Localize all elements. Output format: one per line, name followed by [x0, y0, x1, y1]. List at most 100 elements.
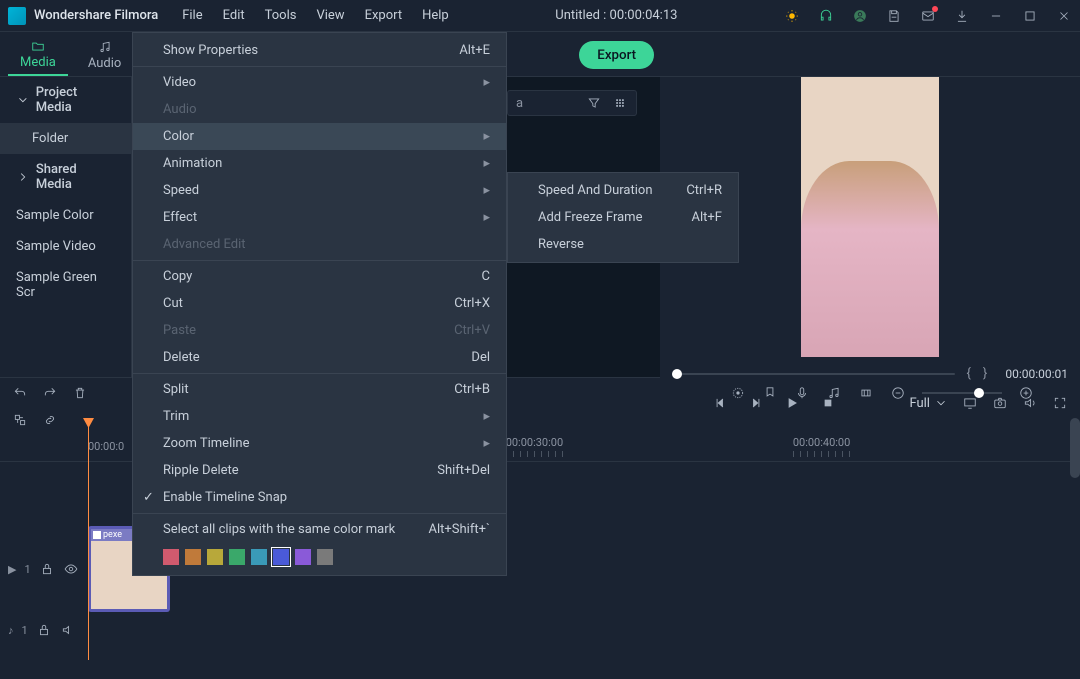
prev-frame-icon[interactable]: [712, 395, 728, 411]
preview-timecode: 00:00:00:01: [1005, 367, 1068, 381]
trash-icon[interactable]: [72, 385, 88, 401]
chevron-down-icon: [16, 93, 30, 107]
audio-track-1[interactable]: ♪1: [8, 618, 1080, 642]
eye-icon[interactable]: [63, 561, 79, 577]
record-icon[interactable]: [730, 385, 746, 401]
swatch-yellow[interactable]: [207, 549, 223, 565]
ctx-zoom-timeline[interactable]: Zoom Timeline▸: [133, 430, 506, 457]
menu-edit[interactable]: Edit: [223, 8, 245, 23]
zoom-out-icon[interactable]: [890, 385, 906, 401]
context-menu: Show PropertiesAlt+E Video▸ Audio Color▸…: [132, 32, 507, 576]
tab-media[interactable]: Media: [8, 36, 68, 76]
swatch-purple[interactable]: [295, 549, 311, 565]
folder-icon: [31, 39, 45, 53]
menu-tools[interactable]: Tools: [265, 8, 297, 23]
close-icon[interactable]: [1056, 8, 1072, 24]
undo-icon[interactable]: [12, 385, 28, 401]
chevron-down-icon: [934, 396, 948, 410]
tab-audio-label: Audio: [88, 56, 121, 71]
save-icon[interactable]: [886, 8, 902, 24]
ctx-ripple-delete[interactable]: Ripple DeleteShift+Del: [133, 457, 506, 484]
swatch-orange[interactable]: [185, 549, 201, 565]
sidebar-item-project-media[interactable]: Project Media: [0, 77, 131, 123]
speaker-icon[interactable]: [60, 622, 76, 638]
preview-scrubber[interactable]: [672, 373, 955, 375]
brace-open-icon[interactable]: {: [967, 366, 971, 381]
color-mark-swatches: [133, 543, 506, 571]
ctx-show-properties[interactable]: Show PropertiesAlt+E: [133, 37, 506, 64]
ctx-enable-snap[interactable]: ✓Enable Timeline Snap: [133, 484, 506, 511]
snapshot-icon[interactable]: [992, 395, 1008, 411]
swatch-red[interactable]: [163, 549, 179, 565]
maximize-icon[interactable]: [1022, 8, 1038, 24]
link-icon[interactable]: [42, 412, 58, 428]
sidebar-item-sample-video[interactable]: Sample Video: [0, 231, 131, 262]
ctx-advanced-edit: Advanced Edit: [133, 231, 506, 258]
app-logo-icon: [8, 7, 26, 25]
ctx-paste: PasteCtrl+V: [133, 317, 506, 344]
ctx-delete[interactable]: DeleteDel: [133, 344, 506, 371]
sidebar-item-shared-media[interactable]: Shared Media: [0, 154, 131, 200]
ctx-effect[interactable]: Effect▸: [133, 204, 506, 231]
zoom-in-icon[interactable]: [1018, 385, 1034, 401]
redo-icon[interactable]: [42, 385, 58, 401]
submenu-freeze-frame[interactable]: Add Freeze FrameAlt+F: [508, 204, 738, 231]
ctx-audio: Audio: [133, 96, 506, 123]
crop-icon[interactable]: [858, 385, 874, 401]
menu-export[interactable]: Export: [365, 8, 403, 23]
hint-icon[interactable]: [784, 8, 800, 24]
sidebar-item-sample-color[interactable]: Sample Color: [0, 200, 131, 231]
title-bar: Wondershare Filmora File Edit Tools View…: [0, 0, 1080, 32]
playhead[interactable]: [88, 420, 89, 660]
timeline-scrollbar[interactable]: [1070, 418, 1080, 478]
lock-icon[interactable]: [36, 622, 52, 638]
video-track-icon: ▶: [8, 563, 16, 576]
account-icon[interactable]: [852, 8, 868, 24]
download-icon[interactable]: [954, 8, 970, 24]
ctx-cut[interactable]: CutCtrl+X: [133, 290, 506, 317]
ctx-select-all-mark[interactable]: Select all clips with the same color mar…: [133, 516, 506, 543]
submenu-reverse[interactable]: Reverse: [508, 231, 738, 258]
submenu-speed-duration[interactable]: Speed And DurationCtrl+R: [508, 177, 738, 204]
swatch-gray[interactable]: [317, 549, 333, 565]
ctx-trim[interactable]: Trim▸: [133, 403, 506, 430]
speed-submenu: Speed And DurationCtrl+R Add Freeze Fram…: [507, 172, 739, 263]
mic-icon[interactable]: [794, 385, 810, 401]
quality-dropdown[interactable]: Full: [909, 396, 948, 411]
match-media-icon[interactable]: [12, 412, 28, 428]
display-icon[interactable]: [962, 395, 978, 411]
ctx-video[interactable]: Video▸: [133, 69, 506, 96]
video-preview[interactable]: [801, 77, 939, 357]
sidebar-item-folder[interactable]: Folder: [0, 123, 131, 154]
media-sidebar: Project Media Folder Shared Media Sample…: [0, 77, 132, 377]
ctx-color[interactable]: Color▸: [133, 123, 506, 150]
menu-file[interactable]: File: [182, 8, 202, 23]
search-input[interactable]: a: [516, 96, 546, 111]
tab-media-label: Media: [20, 55, 56, 70]
document-title: Untitled : 00:00:04:13: [449, 8, 784, 23]
zoom-slider[interactable]: [922, 392, 1002, 394]
export-button[interactable]: Export: [579, 41, 654, 69]
swatch-blue[interactable]: [273, 549, 289, 565]
minimize-icon[interactable]: [988, 8, 1004, 24]
ctx-animation[interactable]: Animation▸: [133, 150, 506, 177]
marker-icon[interactable]: [762, 385, 778, 401]
ctx-copy[interactable]: CopyC: [133, 263, 506, 290]
ctx-speed[interactable]: Speed▸: [133, 177, 506, 204]
filter-icon[interactable]: [586, 95, 602, 111]
brace-close-icon[interactable]: }: [983, 366, 987, 381]
sidebar-item-sample-green[interactable]: Sample Green Scr: [0, 262, 131, 308]
headset-icon[interactable]: [818, 8, 834, 24]
fullscreen-icon[interactable]: [1052, 395, 1068, 411]
tab-audio[interactable]: Audio: [76, 36, 133, 76]
lock-icon[interactable]: [39, 561, 55, 577]
swatch-cyan[interactable]: [251, 549, 267, 565]
mail-icon[interactable]: [920, 8, 936, 24]
menu-view[interactable]: View: [316, 8, 344, 23]
menu-help[interactable]: Help: [422, 8, 449, 23]
chevron-right-icon: [16, 170, 30, 184]
grid-view-icon[interactable]: [612, 95, 628, 111]
ctx-split[interactable]: SplitCtrl+B: [133, 376, 506, 403]
swatch-green[interactable]: [229, 549, 245, 565]
audio-settings-icon[interactable]: [826, 385, 842, 401]
